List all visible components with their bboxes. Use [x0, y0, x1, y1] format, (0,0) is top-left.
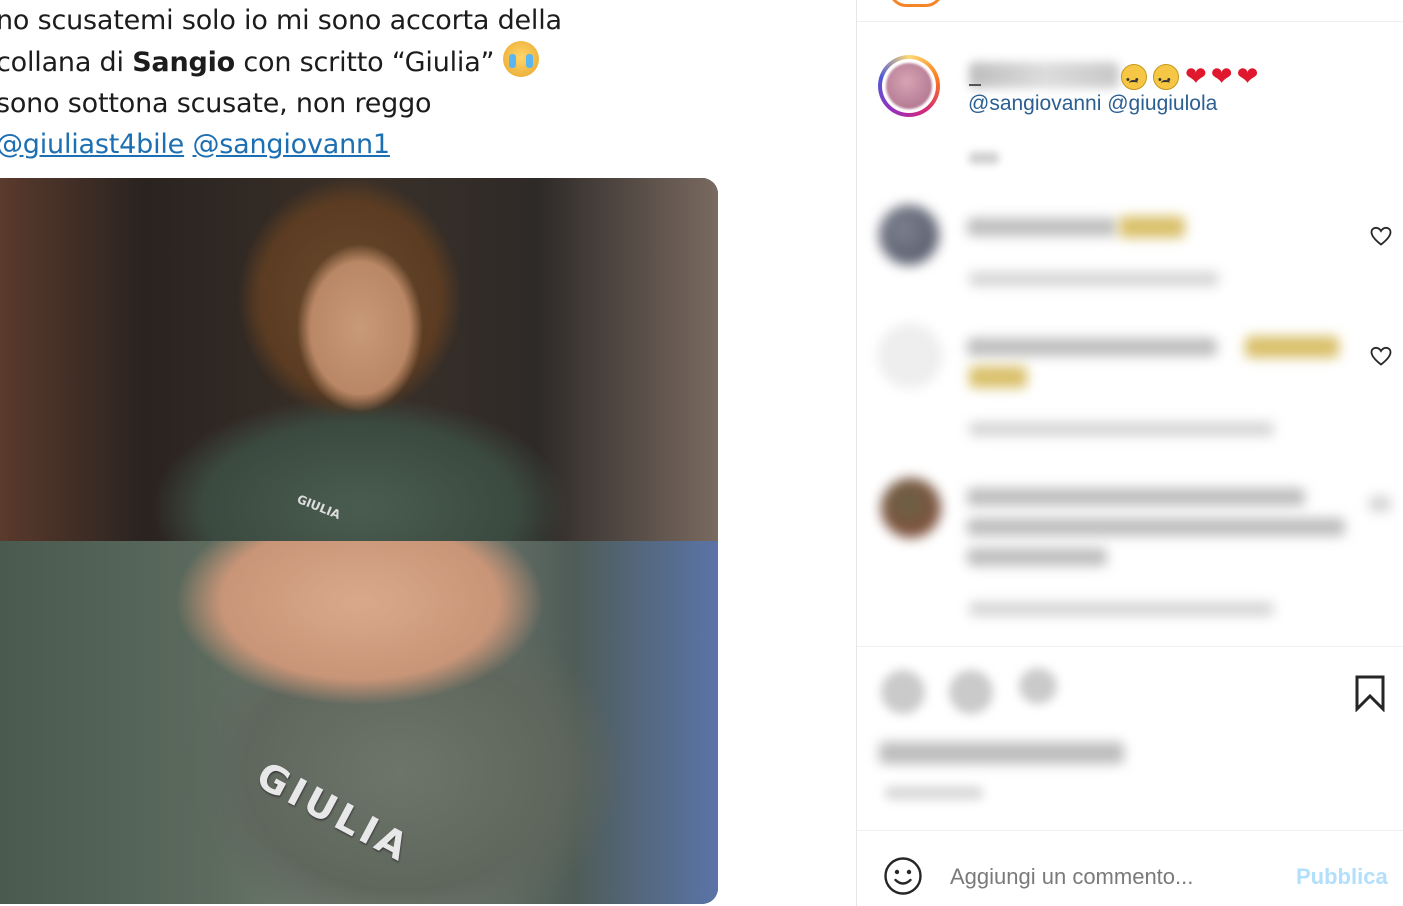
red-heart-icon: ❤: [1185, 62, 1207, 93]
crying-face-emoji-icon: [502, 41, 539, 77]
confused-face-icon: [1121, 64, 1147, 95]
caption-username-underscore: [969, 84, 981, 86]
comment-input[interactable]: [950, 860, 1280, 894]
comment-icon[interactable]: [949, 670, 993, 714]
share-icon[interactable]: [1019, 668, 1057, 704]
post-date-blurred: [885, 786, 983, 800]
tweet-screenshot: no scusatemi solo io mi sono accorta del…: [0, 0, 856, 906]
comment-username-blurred[interactable]: [967, 338, 1217, 356]
comment-emojis-blurred: [969, 366, 1027, 388]
tweet-text: no scusatemi solo io mi sono accorta del…: [0, 0, 656, 165]
caption-time-blurred: [969, 152, 999, 164]
tweet-bold-name: Sangio: [132, 47, 236, 78]
header-divider: [857, 21, 1403, 22]
comment-text-blurred: [967, 518, 1345, 536]
caption-username-blurred[interactable]: [969, 62, 1119, 88]
heart-outline-icon[interactable]: [1369, 344, 1393, 368]
smiley-icon[interactable]: [883, 856, 923, 896]
confused-face-icon: [1153, 64, 1179, 95]
comment-text-blurred: [967, 488, 1305, 506]
comment-avatar[interactable]: [879, 325, 941, 387]
tweet-mentions: @giuliast4bile @sangiovann1: [0, 124, 656, 165]
comment-avatar[interactable]: [881, 478, 941, 538]
caption-mentions[interactable]: @sangiovanni @giugiulola: [968, 92, 1217, 116]
red-heart-icon: ❤: [1236, 62, 1259, 93]
heart-outline-icon[interactable]: [1369, 496, 1391, 512]
comment-emojis-blurred: [1119, 216, 1185, 238]
caption-avatar-inner: [882, 59, 936, 113]
caption-emojis: ❤❤❤: [1121, 60, 1262, 95]
bookmark-icon[interactable]: [1353, 674, 1387, 712]
red-heart-icon: ❤: [1210, 62, 1233, 93]
tweet-photo: [0, 178, 718, 904]
tweet-line-3: sono sottona scusate, non reggo: [0, 88, 432, 119]
tweet-line-2: collana di Sangio con scritto “Giulia”: [0, 41, 656, 83]
tweet-line-1: no scusatemi solo io mi sono accorta del…: [0, 5, 562, 36]
comment-meta-blurred: [969, 602, 1274, 616]
comment-meta-blurred: [969, 422, 1274, 436]
comment-text-blurred: [967, 548, 1107, 566]
caption-avatar[interactable]: [878, 55, 940, 117]
comment-avatar[interactable]: [879, 205, 939, 265]
photo-portrait: [0, 178, 718, 541]
like-icon[interactable]: [881, 670, 925, 714]
tweet-mention-giuliast4bile[interactable]: @giuliast4bile: [0, 129, 184, 160]
comments-panel: ❤❤❤ @sangiovanni @giugiulola Pubblica: [857, 0, 1403, 906]
comment-meta-blurred: [969, 272, 1219, 286]
tweet-line-2-quote: con scritto “Giulia”: [235, 47, 503, 78]
actions-divider: [857, 646, 1403, 647]
comment-username-blurred[interactable]: [967, 218, 1117, 236]
tweet-line-2-text: collana di: [0, 47, 133, 78]
heart-outline-icon[interactable]: [1369, 224, 1393, 248]
tweet-mention-sangiovann1[interactable]: @sangiovann1: [192, 129, 390, 160]
caption-avatar-photo: [886, 63, 932, 109]
comment-box-divider: [857, 830, 1403, 831]
header-avatar-ring: [889, 0, 943, 7]
comment-emojis-blurred: [1245, 336, 1339, 358]
publish-button[interactable]: Pubblica: [1296, 864, 1388, 890]
likes-count-blurred[interactable]: [879, 742, 1124, 764]
